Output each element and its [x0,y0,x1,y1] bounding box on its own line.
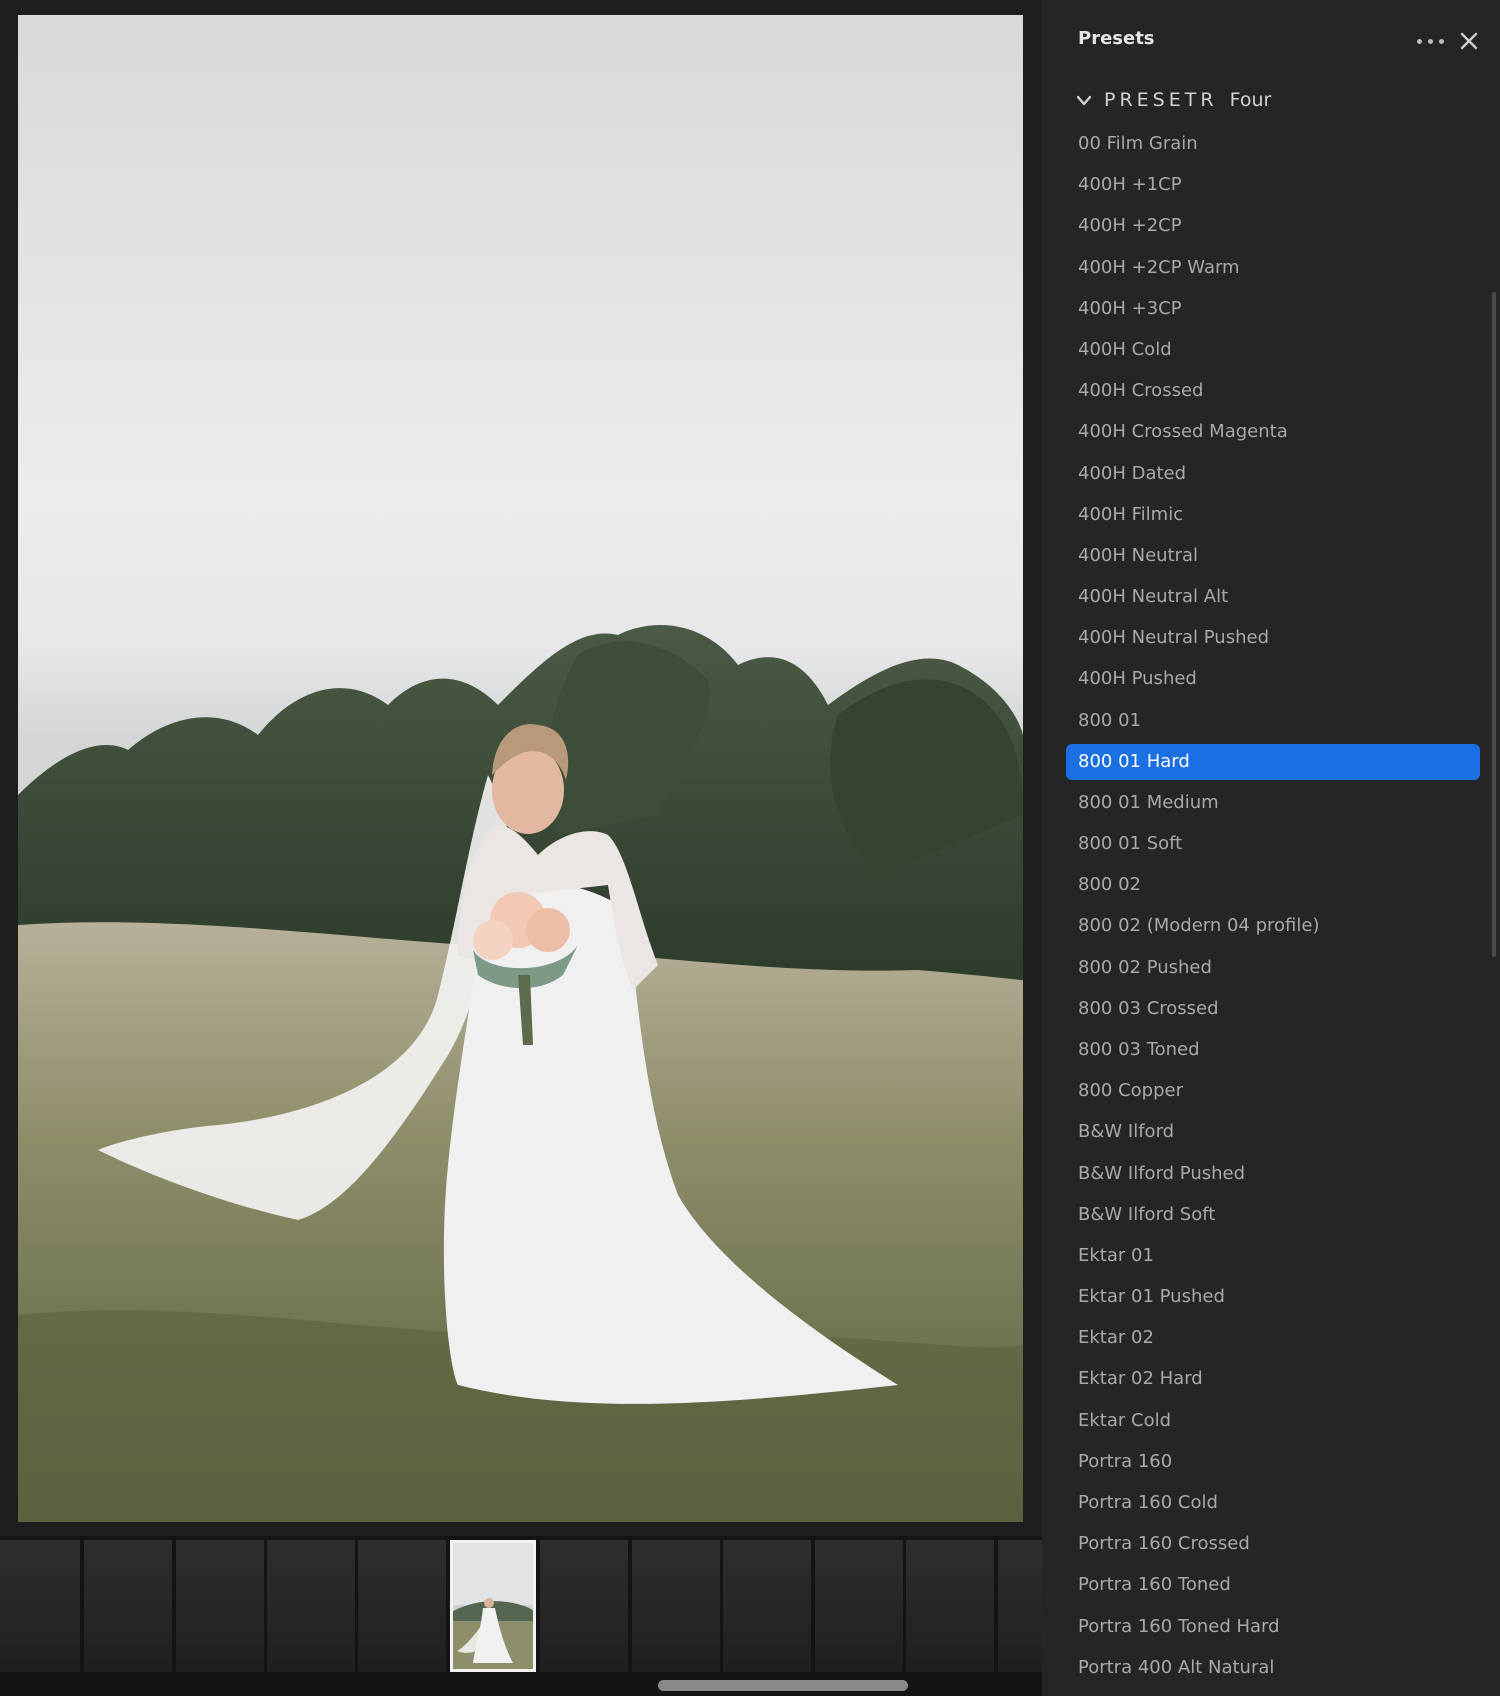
preset-item[interactable]: Portra 160 Crossed [1066,1523,1480,1564]
filmstrip-thumbnail[interactable] [358,1540,446,1672]
more-options-button[interactable] [1414,28,1448,54]
filmstrip-thumbnail-active[interactable] [450,1540,536,1672]
preset-item[interactable]: 800 Copper [1066,1070,1480,1111]
preset-item[interactable]: Ektar 02 [1066,1317,1480,1358]
preset-item[interactable]: Ektar 01 Pushed [1066,1276,1480,1317]
filmstrip-scrollbar[interactable] [658,1680,908,1691]
more-horizontal-icon [1417,39,1422,44]
preset-item[interactable]: B&W Ilford Pushed [1066,1153,1480,1194]
preset-item[interactable]: B&W Ilford Soft [1066,1194,1480,1235]
preset-item[interactable]: 400H +3CP [1066,288,1480,329]
filmstrip-thumbnail[interactable] [540,1540,628,1672]
panel-scrollbar[interactable] [1492,292,1496,957]
preset-item[interactable]: 800 03 Crossed [1066,988,1480,1029]
filmstrip-thumbnail[interactable] [632,1540,720,1672]
filmstrip-thumbnail[interactable] [998,1540,1042,1672]
preset-list: 00 Film Grain 400H +1CP 400H +2CP 400H +2CP… [1042,123,1500,1688]
preset-item-selected[interactable]: 800 01 Hard [1066,743,1480,780]
preset-item[interactable]: 400H Dated [1066,453,1480,494]
preset-item[interactable]: 800 01 [1066,700,1480,741]
preset-item[interactable]: 800 01 Medium [1066,782,1480,823]
filmstrip-thumbnail[interactable] [723,1540,811,1672]
filmstrip-thumbnail[interactable] [84,1540,172,1672]
preset-item[interactable]: Portra 160 Cold [1066,1482,1480,1523]
preset-item[interactable]: Portra 160 Toned Hard [1066,1606,1480,1647]
preset-item[interactable]: 800 02 Pushed [1066,947,1480,988]
close-panel-button[interactable] [1456,28,1482,54]
preset-item[interactable]: 800 03 Toned [1066,1029,1480,1070]
preset-item[interactable]: Portra 400 Alt Natural [1066,1647,1480,1688]
preset-group-suffix: Four [1229,89,1272,111]
more-horizontal-icon [1439,39,1444,44]
preset-item[interactable]: Ektar 02 Hard [1066,1358,1480,1399]
preset-item[interactable]: 400H Neutral Pushed [1066,617,1480,658]
filmstrip [0,1536,1042,1696]
panel-title: Presets [1078,28,1155,49]
preset-item[interactable]: Portra 160 [1066,1441,1480,1482]
more-horizontal-icon [1428,39,1433,44]
preset-group-name: PRESETR Four [1104,89,1271,111]
preset-item[interactable]: 800 01 Soft [1066,823,1480,864]
preset-item[interactable]: 400H Pushed [1066,658,1480,699]
preset-item[interactable]: 800 02 [1066,864,1480,905]
filmstrip-thumbnail[interactable] [0,1540,80,1672]
filmstrip-thumbnail[interactable] [267,1540,355,1672]
main-photo [18,15,1023,1522]
preset-group-brand: PRESETR [1104,89,1218,111]
presets-panel: Presets PRESETR Four 00 Film Grain 400H +… [1042,0,1500,1696]
preset-item[interactable]: Ektar 01 [1066,1235,1480,1276]
preset-item[interactable]: 400H Crossed Magenta [1066,411,1480,452]
preset-item[interactable]: Ektar Cold [1066,1400,1480,1441]
filmstrip-thumbnail[interactable] [815,1540,903,1672]
preset-item[interactable]: Portra 160 Toned [1066,1564,1480,1605]
preset-item[interactable]: 400H +2CP [1066,205,1480,246]
chevron-down-icon [1076,95,1092,106]
close-icon [1460,32,1478,50]
preset-item[interactable]: B&W Ilford [1066,1111,1480,1152]
preset-item[interactable]: 00 Film Grain [1066,123,1480,164]
filmstrip-thumbnail[interactable] [906,1540,994,1672]
preset-item[interactable]: 400H Crossed [1066,370,1480,411]
preset-item[interactable]: 400H +2CP Warm [1066,247,1480,288]
preset-item[interactable]: 400H Cold [1066,329,1480,370]
photo-viewer [0,0,1042,1536]
preset-item[interactable]: 400H Neutral Alt [1066,576,1480,617]
panel-header: Presets [1042,0,1500,84]
preset-item[interactable]: 400H Neutral [1066,535,1480,576]
preset-item[interactable]: 800 02 (Modern 04 profile) [1066,905,1480,946]
preset-item[interactable]: 400H Filmic [1066,494,1480,535]
filmstrip-thumbnail[interactable] [176,1540,264,1672]
preset-item[interactable]: 400H +1CP [1066,164,1480,205]
